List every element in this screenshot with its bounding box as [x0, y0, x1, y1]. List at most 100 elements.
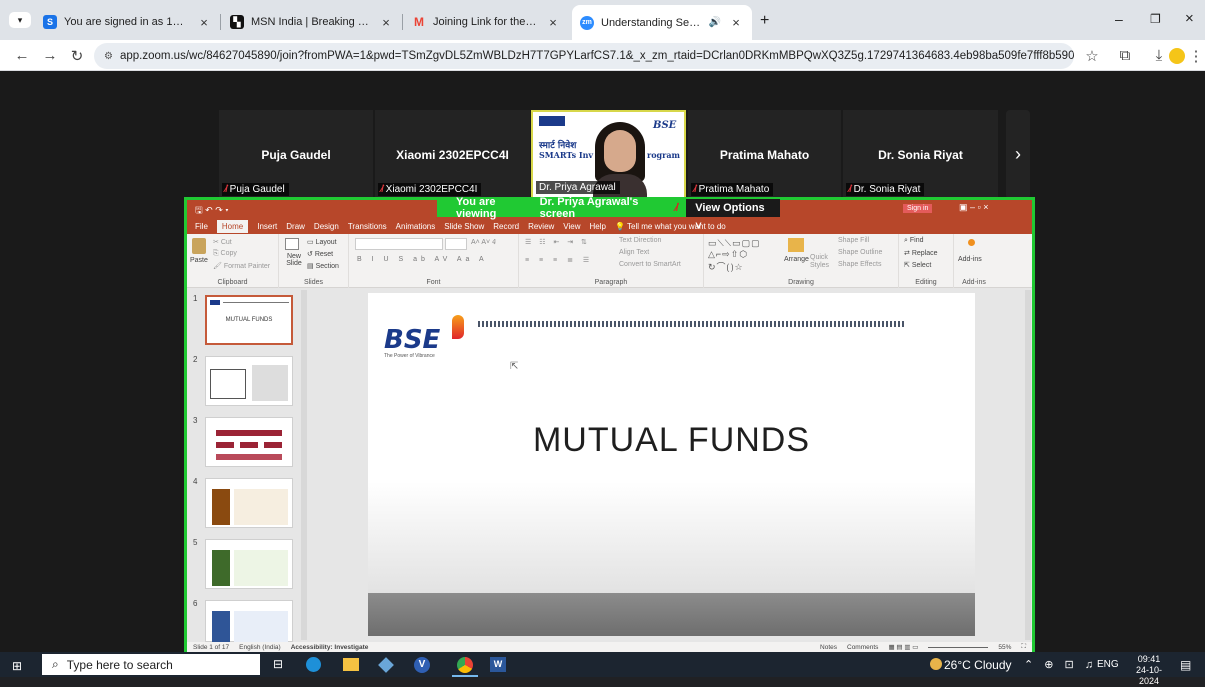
ribbon-tab-help[interactable]: Help: [590, 222, 606, 231]
close-window-icon[interactable]: ×: [1185, 10, 1194, 27]
paste-icon[interactable]: [192, 238, 206, 254]
reset-button[interactable]: ↺ Reset: [307, 250, 333, 258]
arrange-icon[interactable]: [788, 238, 804, 252]
menu-icon[interactable]: ⋮: [1187, 47, 1205, 65]
tab-msn[interactable]: ▚ MSN India | Breaking News, Ent ×: [222, 7, 402, 37]
slide-thumbnail[interactable]: MUTUAL FUNDS: [205, 295, 293, 345]
section-button[interactable]: ▤ Section: [307, 262, 339, 270]
new-slide-icon[interactable]: [285, 238, 299, 250]
windows-start-icon[interactable]: ⊞: [12, 659, 22, 673]
font-format-icons[interactable]: B I U S ab AV Aa A: [357, 256, 488, 263]
participant-tile[interactable]: Dr. Sonia Riyat ⁄̸ Dr. Sonia Riyat: [843, 110, 998, 199]
tab-gmail[interactable]: M Joining Link for the Virtual Gue ×: [404, 7, 569, 37]
slide-scrollbar[interactable]: [1025, 290, 1031, 640]
sign-in-button[interactable]: Sign in: [903, 204, 933, 213]
weather-text[interactable]: 26°C Cloudy: [944, 658, 1012, 672]
view-options-button[interactable]: View Options ˅: [686, 199, 780, 232]
ribbon-tab-view[interactable]: View: [563, 222, 580, 231]
cut-button[interactable]: ✂ Cut: [213, 238, 232, 246]
close-icon[interactable]: ×: [728, 15, 744, 30]
participant-tile[interactable]: Pratima Mahato ⁄̸ Pratima Mahato: [688, 110, 841, 199]
ribbon-tab-transitions[interactable]: Transitions: [348, 222, 387, 231]
system-tray-icons[interactable]: ⌃ ⊕ ⊡ ♫: [1024, 658, 1097, 671]
select-button[interactable]: ⇱ Select: [904, 261, 931, 269]
participant-tile[interactable]: Xiaomi 2302EPCC4I ⁄̸ Xiaomi 2302EPCC4I: [375, 110, 530, 199]
new-slide-button[interactable]: New Slide: [283, 253, 305, 267]
profile-avatar[interactable]: [1169, 48, 1185, 64]
shape-effects-button[interactable]: Shape Effects: [838, 261, 881, 268]
align-icons[interactable]: ≡ ≡ ≡ ≣ ☰: [525, 256, 593, 264]
align-text-button[interactable]: Align Text: [619, 249, 649, 256]
replace-button[interactable]: ⇄ Replace: [904, 249, 938, 257]
tab-signed-in[interactable]: S You are signed in as 1641 ×: [35, 7, 220, 37]
taskbar-search-box[interactable]: ⌕ Type here to search: [42, 654, 260, 675]
thumbs-scrollbar[interactable]: [301, 290, 307, 640]
fit-slide-icon[interactable]: ⛶: [1021, 643, 1026, 651]
layout-button[interactable]: ▭ Layout: [307, 238, 337, 246]
download-icon[interactable]: ⤓: [1150, 47, 1168, 64]
copy-button[interactable]: ⎘ Copy: [213, 250, 237, 258]
comments-button[interactable]: Comments: [847, 644, 878, 651]
ribbon-tab-draw[interactable]: Draw: [286, 222, 305, 231]
font-size-box[interactable]: [445, 238, 467, 250]
format-painter-button[interactable]: 🖌 Format Painter: [213, 262, 270, 270]
ribbon-tab-design[interactable]: Design: [314, 222, 339, 231]
shape-outline-button[interactable]: Shape Outline: [838, 249, 882, 256]
ribbon-tab-file[interactable]: File: [195, 222, 208, 231]
zoom-slider[interactable]: [928, 646, 989, 648]
chrome-taskbar-active[interactable]: [452, 655, 478, 677]
tab-zoom-active[interactable]: zm Understanding Securities M 🔊 ×: [572, 5, 752, 40]
active-speaker-tile[interactable]: BSE स्मार्ट निवेश SMARTs Inv rogram Dr. …: [531, 110, 686, 199]
restore-icon[interactable]: ❐: [1150, 12, 1161, 26]
language-indicator[interactable]: ENG: [1097, 659, 1119, 670]
ribbon-tab-home[interactable]: Home: [216, 220, 249, 233]
notification-icon[interactable]: ▤: [1180, 658, 1191, 672]
slide-thumbnail[interactable]: [205, 539, 293, 589]
forward-icon[interactable]: →: [41, 47, 59, 64]
snipping-tool-icon[interactable]: [378, 657, 394, 673]
bookmark-star-icon[interactable]: ☆: [1083, 47, 1101, 65]
file-explorer-icon[interactable]: [343, 658, 359, 671]
text-direction-button[interactable]: Text Direction: [619, 237, 661, 244]
slide-thumbnail[interactable]: [205, 478, 293, 528]
close-icon[interactable]: ×: [196, 15, 212, 30]
new-tab-button[interactable]: +: [760, 12, 769, 30]
addins-button[interactable]: Add-ins: [958, 256, 982, 263]
paste-button[interactable]: Paste: [190, 257, 208, 264]
address-bar[interactable]: ⚙ app.zoom.us/wc/84627045890/join?fromPW…: [94, 43, 1074, 69]
view-buttons[interactable]: ▦ ▤ ▥ ▭: [888, 643, 918, 651]
accessibility-status[interactable]: Accessibility: Investigate: [291, 644, 369, 651]
edge-icon[interactable]: [306, 657, 321, 672]
speaker-icon[interactable]: 🔊: [709, 17, 721, 28]
tab-search-button[interactable]: ▾: [9, 12, 31, 28]
slide-thumbnail[interactable]: [205, 356, 293, 406]
font-name-box[interactable]: [355, 238, 443, 250]
ribbon-tab-animations[interactable]: Animations: [396, 222, 436, 231]
close-icon[interactable]: ×: [378, 15, 394, 30]
quick-styles-button[interactable]: Quick Styles: [810, 254, 834, 270]
font-size-icons[interactable]: A˄ A˅ Ꜭ: [471, 238, 496, 247]
back-icon[interactable]: ←: [13, 47, 31, 64]
ribbon-tab-record[interactable]: Record: [493, 222, 519, 231]
participant-tile[interactable]: Puja Gaudel ⁄̸ Puja Gaudel: [219, 110, 373, 199]
shapes-gallery[interactable]: ▭⟍⟍▭▢▢ △⌐⇨⇧⬡ ↻⌒⟮⟯☆: [708, 238, 761, 273]
arrange-button[interactable]: Arrange: [784, 256, 809, 263]
shape-fill-button[interactable]: Shape Fill: [838, 237, 869, 244]
list-icons[interactable]: ☰ ☷ ⇤ ⇥ ⇅: [525, 238, 590, 246]
notes-button[interactable]: Notes: [820, 644, 837, 651]
task-view-icon[interactable]: ⊟: [273, 657, 283, 671]
extensions-icon[interactable]: ⧉: [1116, 47, 1134, 64]
word-icon[interactable]: W: [490, 657, 506, 672]
close-icon[interactable]: ×: [545, 15, 561, 30]
find-button[interactable]: ⌕ Find: [904, 237, 924, 245]
next-participants-button[interactable]: ›: [1006, 110, 1030, 199]
tell-me-search[interactable]: 💡 Tell me what you want to do: [615, 222, 726, 231]
vpn-icon[interactable]: V: [414, 657, 430, 673]
reload-icon[interactable]: ↻: [68, 47, 86, 65]
slide-thumbnail[interactable]: [205, 417, 293, 467]
slide-thumbnail[interactable]: [205, 600, 293, 643]
convert-smartart-button[interactable]: Convert to SmartArt: [619, 261, 681, 268]
minimize-icon[interactable]: –: [1115, 11, 1123, 27]
site-settings-icon[interactable]: ⚙: [104, 51, 113, 62]
ribbon-tab-slideshow[interactable]: Slide Show: [444, 222, 484, 231]
